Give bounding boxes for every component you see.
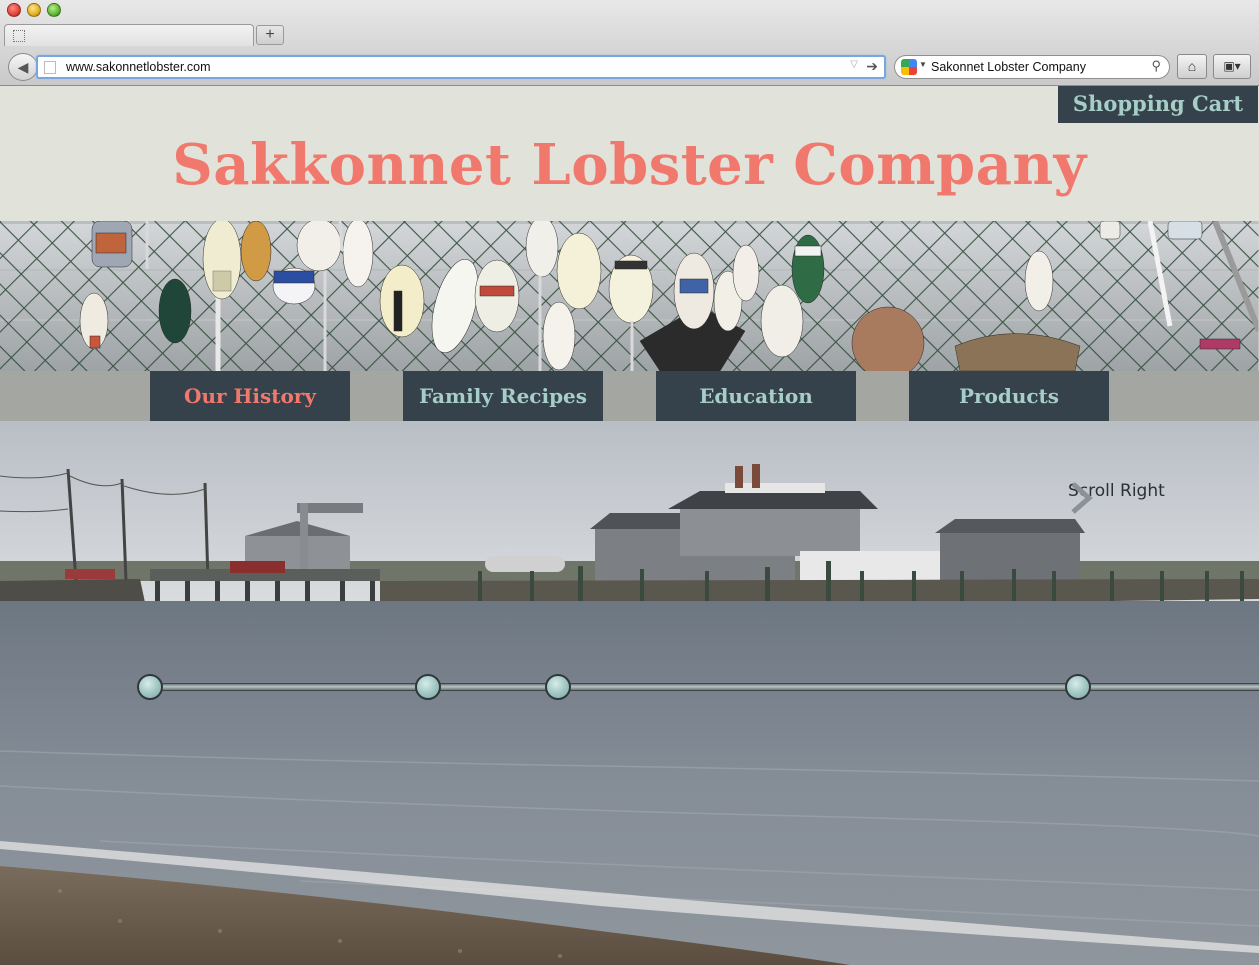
buoy-banner-graphic xyxy=(0,221,1259,371)
buoy-banner-image xyxy=(0,221,1259,371)
url-history-dropdown-icon[interactable]: ▽ xyxy=(850,59,858,70)
minimize-window-button[interactable] xyxy=(27,3,41,17)
back-arrow-icon: ◀ xyxy=(17,59,29,75)
bookmark-icon: ▣▾ xyxy=(1223,59,1241,73)
timeline-node-1[interactable] xyxy=(137,674,163,700)
back-button[interactable]: ◀ xyxy=(8,53,38,81)
web-page: Shopping Cart Sakkonnet Lobster Company xyxy=(0,86,1259,965)
address-bar[interactable]: www.sakonnetlobster.com ▽ ➔ xyxy=(36,55,886,79)
address-bar-url[interactable]: www.sakonnetlobster.com xyxy=(66,60,211,74)
browser-tab[interactable] xyxy=(4,24,254,46)
home-button[interactable]: ⌂ xyxy=(1177,54,1207,79)
nav-our-history[interactable]: Our History xyxy=(150,371,350,421)
nav-family-recipes[interactable]: Family Recipes xyxy=(403,371,603,421)
go-arrow-icon[interactable]: ➔ xyxy=(866,58,878,75)
shopping-cart-button[interactable]: Shopping Cart xyxy=(1058,86,1258,123)
search-magnifier-icon[interactable]: ⚲ xyxy=(1151,58,1161,74)
search-bar-text[interactable]: Sakonnet Lobster Company xyxy=(931,60,1086,74)
scroll-right-control[interactable]: Scroll Right xyxy=(1068,481,1165,514)
tab-bar: + xyxy=(0,22,1259,46)
timeline-node-3[interactable] xyxy=(545,674,571,700)
site-header: Shopping Cart Sakkonnet Lobster Company xyxy=(0,86,1259,221)
chevron-right-icon[interactable] xyxy=(1068,481,1094,515)
close-window-button[interactable] xyxy=(7,3,21,17)
nav-education[interactable]: Education xyxy=(656,371,856,421)
search-engine-caret-icon[interactable]: ▼ xyxy=(919,60,927,69)
timeline-node-4[interactable] xyxy=(1065,674,1091,700)
browser-toolbar: ◀ www.sakonnetlobster.com ▽ ➔ ▼ Sakonnet… xyxy=(0,50,1259,84)
search-bar[interactable]: ▼ Sakonnet Lobster Company ⚲ xyxy=(894,55,1170,79)
harbor-hero-image: Scroll Right xyxy=(0,421,1259,965)
main-navigation: Our History Family Recipes Education Pro… xyxy=(0,371,1259,421)
tab-favicon-icon xyxy=(13,30,25,42)
new-tab-button[interactable]: + xyxy=(256,25,284,45)
site-title: Sakkonnet Lobster Company xyxy=(172,132,1087,198)
browser-chrome: + ◀ www.sakonnetlobster.com ▽ ➔ ▼ Sakonn… xyxy=(0,0,1259,86)
zoom-window-button[interactable] xyxy=(47,3,61,17)
google-icon[interactable] xyxy=(901,59,917,75)
home-icon: ⌂ xyxy=(1187,58,1197,74)
window-controls xyxy=(7,3,61,17)
bookmark-button[interactable]: ▣▾ xyxy=(1213,54,1251,79)
nav-products[interactable]: Products xyxy=(909,371,1109,421)
timeline-node-2[interactable] xyxy=(415,674,441,700)
page-icon xyxy=(44,61,56,74)
